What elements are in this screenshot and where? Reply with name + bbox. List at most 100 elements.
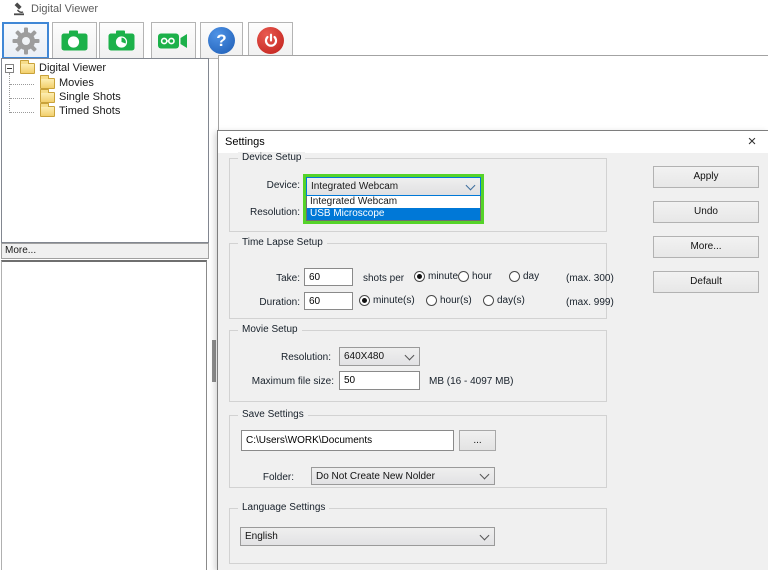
- folder-dropdown[interactable]: Do Not Create New Nolder: [311, 467, 495, 485]
- radio-duration-minutes[interactable]: minute(s): [359, 295, 415, 306]
- record-button[interactable]: [151, 22, 196, 59]
- radio-duration-days-label: day(s): [497, 295, 525, 306]
- apply-button[interactable]: Apply: [653, 166, 759, 188]
- tree-expand-toggle[interactable]: [5, 64, 14, 73]
- panel-splitter-handle[interactable]: [212, 340, 216, 382]
- window-title: Digital Viewer: [31, 3, 99, 15]
- snapshot-button[interactable]: [52, 22, 97, 59]
- window-titlebar: Digital Viewer: [0, 0, 768, 18]
- radio-duration-minutes-label: minute(s): [373, 295, 415, 306]
- radio-take-hour-label: hour: [472, 271, 493, 282]
- preview-panel: [1, 260, 207, 570]
- radio-duration-days[interactable]: day(s): [483, 295, 525, 306]
- chevron-down-icon: [479, 469, 490, 480]
- movie-resolution-label: Resolution:: [280, 352, 331, 363]
- radio-icon: [458, 271, 469, 282]
- browse-button[interactable]: ...: [459, 430, 496, 451]
- help-button[interactable]: ?: [200, 22, 243, 59]
- duration-max-hint: (max. 999): [566, 297, 614, 308]
- group-device-setup-legend: Device Setup: [238, 152, 306, 163]
- group-language-settings-legend: Language Settings: [238, 502, 330, 513]
- radio-take-minute-label: minute: [428, 271, 459, 282]
- sidebar-more-button[interactable]: More...: [1, 243, 209, 259]
- app-window: Digital Viewer ? Digital Viewer Movies S…: [0, 0, 768, 570]
- take-label: Take:: [276, 273, 300, 284]
- folder-label: Folder:: [262, 472, 294, 483]
- filesize-label: Maximum file size:: [251, 376, 334, 387]
- group-movie-setup: Movie Setup: [229, 324, 607, 402]
- dialog-titlebar[interactable]: Settings ×: [218, 131, 768, 153]
- device-dropdown-list: Integrated Webcam USB Microscope: [306, 196, 481, 221]
- tree-item-timed-shots[interactable]: Timed Shots: [59, 105, 120, 117]
- group-movie-setup-legend: Movie Setup: [238, 324, 302, 335]
- power-button[interactable]: [248, 22, 293, 59]
- tree-connector: [10, 112, 34, 114]
- dialog-title: Settings: [225, 136, 265, 148]
- group-save-settings-legend: Save Settings: [238, 409, 308, 420]
- device-dropdown[interactable]: Integrated Webcam: [306, 177, 481, 196]
- shots-per-label: shots per: [363, 273, 405, 284]
- radio-take-day[interactable]: day: [509, 271, 539, 282]
- device-option-usb-microscope[interactable]: USB Microscope: [307, 208, 480, 220]
- tree-item-root[interactable]: Digital Viewer: [39, 62, 106, 74]
- radio-icon: [509, 271, 520, 282]
- filesize-input-value: 50: [344, 375, 356, 386]
- tree-connector: [10, 98, 34, 100]
- device-label: Device:: [266, 180, 300, 191]
- duration-input-value: 60: [309, 295, 321, 307]
- save-path-input[interactable]: C:\Users\WORK\Documents: [241, 430, 454, 451]
- tree-connector: [10, 84, 34, 86]
- app-logo-icon: [14, 2, 24, 16]
- default-button[interactable]: Default: [653, 271, 759, 293]
- help-icon: ?: [208, 27, 235, 54]
- radio-take-day-label: day: [523, 271, 540, 282]
- gear-icon: [12, 27, 39, 54]
- device-dropdown-value: Integrated Webcam: [311, 181, 399, 192]
- tree-connector: [9, 73, 11, 113]
- duration-input[interactable]: 60: [304, 292, 353, 310]
- power-icon: [257, 27, 284, 54]
- radio-duration-hours[interactable]: hour(s): [426, 295, 472, 306]
- video-camera-icon: [157, 33, 187, 48]
- resolution-label: Resolution:: [249, 207, 300, 218]
- folder-icon: [40, 75, 55, 89]
- duration-label: Duration:: [259, 297, 300, 308]
- folder-dropdown-value: Do Not Create New Nolder: [316, 470, 435, 482]
- timed-snapshot-button[interactable]: [99, 22, 144, 59]
- radio-icon: [426, 295, 437, 306]
- radio-take-hour[interactable]: hour: [458, 271, 492, 282]
- take-input-value: 60: [309, 271, 321, 283]
- highlight-annotation-box: Integrated Webcam Integrated Webcam USB …: [303, 174, 484, 224]
- tree-item-movies[interactable]: Movies: [59, 77, 94, 89]
- help-glyph: ?: [216, 31, 227, 50]
- camera-clock-icon: [108, 30, 134, 51]
- undo-button[interactable]: Undo: [653, 201, 759, 223]
- language-dropdown-value: English: [245, 531, 278, 542]
- movie-resolution-value: 640X480: [344, 351, 385, 362]
- folder-icon: [40, 103, 55, 117]
- tree-item-single-shots[interactable]: Single Shots: [59, 91, 121, 103]
- filesize-input[interactable]: 50: [339, 371, 420, 390]
- settings-button[interactable]: [2, 22, 49, 59]
- chevron-down-icon: [465, 180, 476, 190]
- radio-icon: [483, 295, 494, 306]
- radio-icon: [359, 295, 370, 306]
- radio-take-minute[interactable]: minute: [414, 271, 458, 282]
- folder-icon: [20, 60, 35, 74]
- chevron-down-icon: [479, 530, 490, 540]
- group-time-lapse-legend: Time Lapse Setup: [238, 237, 327, 248]
- settings-dialog: Settings × Device Setup Time Lapse Setup…: [217, 130, 768, 570]
- save-path-value: C:\Users\WORK\Documents: [246, 435, 373, 446]
- movie-resolution-dropdown[interactable]: 640X480: [339, 347, 420, 366]
- radio-icon: [414, 271, 425, 282]
- language-dropdown[interactable]: English: [240, 527, 495, 546]
- filesize-hint: MB (16 - 4097 MB): [429, 376, 514, 387]
- device-option-integrated-webcam[interactable]: Integrated Webcam: [307, 196, 480, 208]
- radio-duration-hours-label: hour(s): [440, 295, 472, 306]
- more-button[interactable]: More...: [653, 236, 759, 258]
- take-max-hint: (max. 300): [566, 273, 614, 284]
- folder-icon: [40, 89, 55, 103]
- take-input[interactable]: 60: [304, 268, 353, 286]
- chevron-down-icon: [404, 350, 415, 360]
- close-icon[interactable]: ×: [741, 131, 763, 153]
